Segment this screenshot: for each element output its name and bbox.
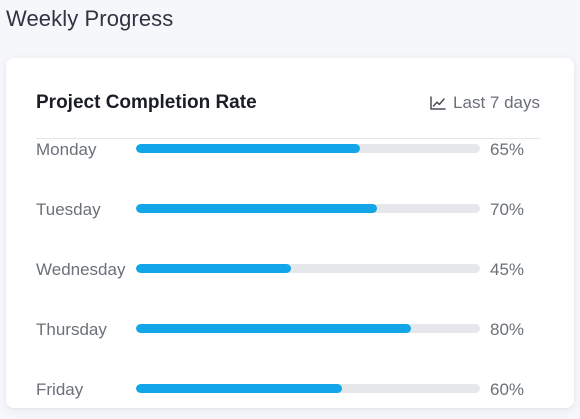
day-label: Thursday — [36, 320, 107, 339]
progress-row-monday: Monday 65% — [36, 138, 524, 198]
progress-fill — [136, 264, 291, 273]
progress-track — [136, 264, 480, 273]
project-completion-card: Project Completion Rate Last 7 days Mond… — [6, 58, 574, 408]
progress-row-wednesday: Wednesday 45% — [36, 258, 524, 318]
day-label: Wednesday — [36, 260, 126, 279]
progress-track — [136, 324, 480, 333]
card-header: Project Completion Rate Last 7 days — [36, 90, 540, 139]
progress-value: 70% — [490, 200, 525, 219]
page-title: Weekly Progress — [6, 6, 174, 31]
progress-track — [136, 144, 480, 153]
progress-track — [136, 204, 480, 213]
progress-value: 60% — [490, 380, 525, 399]
progress-value: 80% — [490, 320, 525, 339]
day-label: Tuesday — [36, 200, 101, 219]
period-label: Last 7 days — [453, 93, 540, 112]
progress-row-friday: Friday 60% — [36, 378, 524, 408]
period-selector[interactable]: Last 7 days — [430, 93, 540, 113]
card-title: Project Completion Rate — [36, 92, 257, 113]
progress-value: 45% — [490, 260, 525, 279]
progress-row-tuesday: Tuesday 70% — [36, 198, 524, 258]
day-label: Monday — [36, 140, 97, 159]
progress-fill — [136, 204, 377, 213]
progress-fill — [136, 144, 360, 153]
progress-value: 65% — [490, 140, 525, 159]
progress-row-thursday: Thursday 80% — [36, 318, 524, 378]
progress-track — [136, 384, 480, 393]
progress-fill — [136, 324, 412, 333]
progress-fill — [136, 384, 343, 393]
day-label: Friday — [36, 380, 84, 399]
line-chart-icon — [430, 96, 446, 110]
progress-list: Monday 65% Tuesday 70% Wednesday 45% Thu… — [36, 138, 524, 408]
